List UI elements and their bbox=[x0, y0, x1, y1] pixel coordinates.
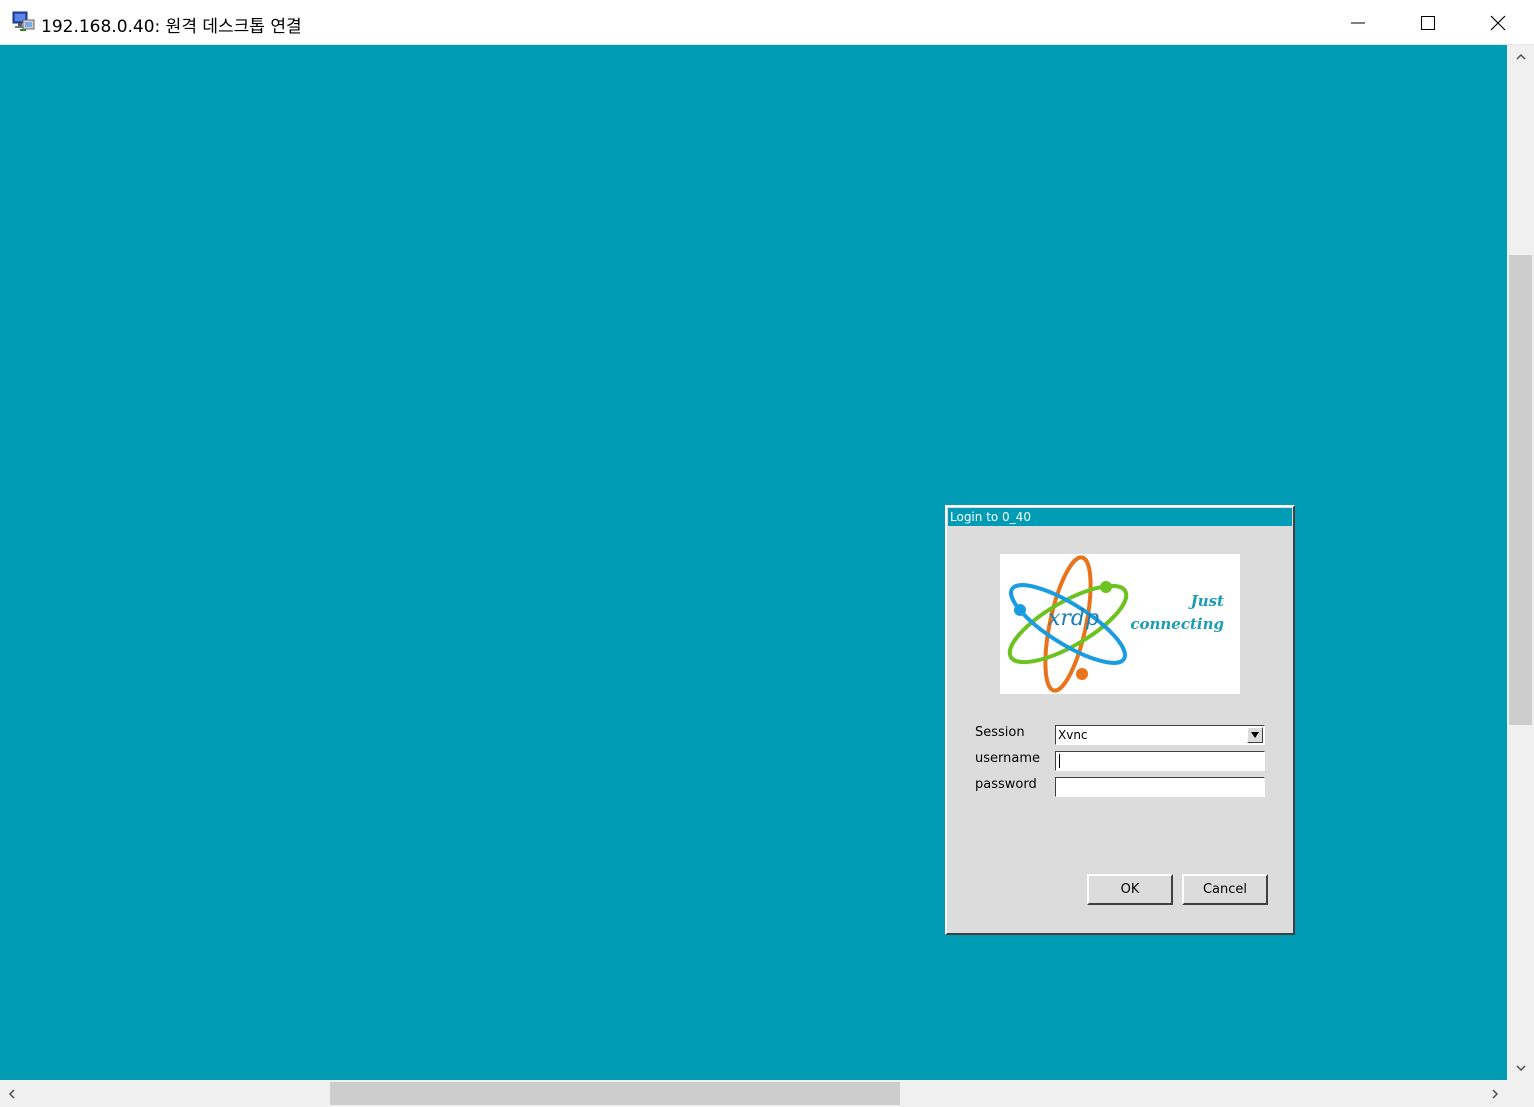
remote-desktop-area[interactable]: Login to 0_40 xrdp Just connecting Sessi… bbox=[0, 45, 1507, 1080]
scroll-left-button[interactable] bbox=[6, 1080, 26, 1107]
xrdp-logo: xrdp Just connecting bbox=[1000, 554, 1240, 694]
minimize-button[interactable] bbox=[1323, 0, 1393, 45]
cancel-button[interactable]: Cancel bbox=[1182, 874, 1268, 905]
logo-tagline-line1: Just bbox=[1190, 592, 1224, 610]
password-input[interactable] bbox=[1055, 777, 1265, 797]
chevron-left-icon bbox=[8, 1088, 15, 1099]
dropdown-button[interactable] bbox=[1247, 727, 1263, 743]
session-select[interactable]: Xvnc bbox=[1055, 725, 1265, 745]
session-value: Xvnc bbox=[1058, 728, 1088, 742]
chevron-down-icon bbox=[1515, 1065, 1526, 1072]
username-label: username bbox=[975, 751, 1040, 766]
vertical-scroll-thumb[interactable] bbox=[1509, 255, 1532, 725]
chevron-right-icon bbox=[1492, 1088, 1499, 1099]
xrdp-login-dialog: Login to 0_40 xrdp Just connecting Sessi… bbox=[945, 505, 1295, 935]
chevron-down-icon bbox=[1251, 732, 1259, 738]
dialog-title: Login to 0_40 bbox=[948, 508, 1292, 526]
logo-tagline-line2: connecting bbox=[1130, 615, 1224, 633]
scroll-right-button[interactable] bbox=[1481, 1080, 1501, 1107]
window-title-bar[interactable]: 192.168.0.40: 원격 데스크톱 연결 bbox=[0, 0, 1534, 45]
close-icon bbox=[1490, 15, 1506, 30]
window-title: 192.168.0.40: 원격 데스크톱 연결 bbox=[41, 17, 302, 37]
vertical-scrollbar[interactable] bbox=[1507, 45, 1534, 1080]
close-button[interactable] bbox=[1463, 0, 1533, 45]
remote-desktop-icon bbox=[12, 10, 36, 34]
chevron-up-icon bbox=[1515, 53, 1526, 60]
scrollbar-corner bbox=[1507, 1080, 1534, 1107]
maximize-button[interactable] bbox=[1393, 0, 1463, 45]
password-label: password bbox=[975, 777, 1037, 792]
maximize-icon bbox=[1421, 15, 1435, 30]
ok-button[interactable]: OK bbox=[1087, 874, 1173, 905]
scroll-down-button[interactable] bbox=[1507, 1054, 1534, 1074]
text-cursor bbox=[1059, 754, 1060, 768]
session-label: Session bbox=[975, 725, 1025, 740]
horizontal-scrollbar[interactable] bbox=[0, 1080, 1507, 1107]
scroll-up-button[interactable] bbox=[1507, 51, 1534, 71]
horizontal-scroll-thumb[interactable] bbox=[330, 1082, 900, 1105]
logo-brand: xrdp bbox=[1048, 606, 1100, 631]
username-input[interactable] bbox=[1055, 751, 1265, 771]
minimize-icon bbox=[1351, 22, 1365, 23]
